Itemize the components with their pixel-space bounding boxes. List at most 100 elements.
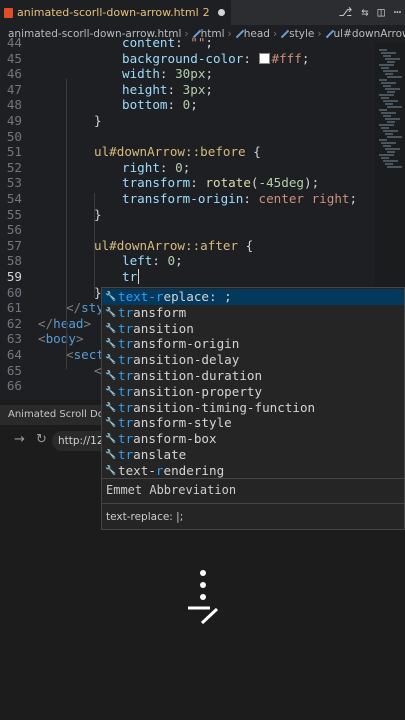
suggestion-item[interactable]: 🔧 transform-origin	[102, 336, 404, 352]
code-token: <	[38, 331, 46, 347]
line-text: background-color: #fff;	[122, 51, 309, 67]
code-token: rotate	[205, 175, 251, 191]
wrench-icon: 🔧	[105, 418, 117, 429]
text-cursor	[138, 269, 139, 284]
minimap-line	[387, 121, 395, 123]
code-token: :	[167, 81, 183, 97]
minimap-line	[385, 103, 393, 105]
line-text: </sty	[66, 300, 104, 316]
reload-icon[interactable]: ↻	[36, 432, 47, 447]
line-number: 49	[6, 113, 22, 128]
code-token: transform	[122, 175, 191, 191]
line-text: ul#downArrow::after {	[94, 238, 253, 254]
match-highlight: tr	[118, 304, 134, 320]
code-token: :	[159, 159, 176, 175]
suggestion-item[interactable]: 🔧 transition	[102, 321, 404, 337]
code-token: :	[175, 35, 191, 50]
breadcrumb-selector[interactable]: ul#downArrow::after	[334, 28, 405, 40]
suggestion-item[interactable]: 🔧 transition-duration	[102, 368, 404, 384]
line-number: 52	[6, 159, 22, 175]
code-token: head	[53, 315, 84, 331]
code-token: :	[159, 66, 176, 82]
forward-arrow-icon[interactable]: →	[14, 432, 25, 447]
code-token: </	[66, 300, 82, 316]
source-control-icon[interactable]: ⎇	[338, 5, 352, 19]
code-token: }	[94, 206, 102, 222]
line-number: 61	[6, 300, 22, 316]
more-actions-icon[interactable]: ⋯	[394, 5, 401, 19]
line-text: width: 30px;	[122, 66, 213, 82]
problem-count-badge: 2	[202, 6, 210, 19]
suggestion-label: transition-delay	[118, 352, 240, 368]
minimap-line	[383, 115, 391, 117]
code-token: >	[75, 331, 84, 347]
suggestion-item[interactable]: 🔧 transform-box	[102, 431, 404, 447]
wrench-icon: 🔧	[105, 355, 117, 366]
editor-tab[interactable]: animated-scorll-down-arrow.html 2	[0, 0, 231, 25]
code-token: (	[250, 175, 259, 191]
breadcrumb-style[interactable]: style	[289, 28, 314, 40]
wrench-icon: 🔧	[105, 434, 117, 445]
minimap-line	[379, 139, 387, 141]
scroll-down-arrow-animation	[188, 570, 219, 625]
line-text: transform-origin: center right;	[122, 191, 357, 207]
suggestion-item[interactable]: 🔧 text-replace: ;	[102, 289, 404, 305]
minimap-line	[379, 94, 394, 96]
minimap-line	[381, 112, 396, 114]
minimap-line	[379, 79, 387, 81]
wrench-icon: 🔧	[105, 465, 117, 476]
wrench-icon: 🔧	[105, 339, 117, 350]
code-token: content	[122, 35, 176, 50]
suggestion-label: text-rendering	[118, 462, 225, 478]
line-text: bottom: 0;	[122, 97, 198, 113]
wrench-icon: 🔧	[105, 307, 117, 318]
suggestion-item[interactable]: 🔧 transform	[102, 305, 404, 321]
suggestion-item[interactable]: 🔧 transition-timing-function	[102, 400, 404, 416]
line-number: 60	[6, 284, 22, 300]
minimap-line	[381, 142, 396, 144]
match-highlight: tr	[118, 320, 134, 336]
chevron-right-icon: ›	[317, 28, 322, 40]
suggestion-item[interactable]: 🔧 text-rendering	[102, 463, 404, 479]
code-token: right	[122, 159, 160, 175]
suggestion-item[interactable]: 🔧 transition-property	[102, 384, 404, 400]
wrench-icon: 🔧	[105, 386, 117, 397]
minimap-line	[387, 61, 395, 63]
compare-icon[interactable]: ⇆	[361, 5, 368, 19]
suggestion-item[interactable]: 🔧 transition-delay	[102, 352, 404, 368]
minimap-line	[385, 58, 400, 60]
minimap-line	[379, 49, 387, 51]
line-number: 44	[6, 35, 22, 50]
line-text: }	[94, 113, 102, 129]
line-text: transform: rotate(-45deg);	[122, 175, 319, 191]
suggestion-item[interactable]: 🔧 translate	[102, 447, 404, 463]
editor-tab-filename: animated-scorll-down-arrow.html	[17, 6, 199, 19]
unsaved-dot-icon[interactable]	[217, 9, 225, 16]
code-token: }	[94, 113, 102, 128]
minimap-line	[385, 163, 393, 165]
code-token: body	[45, 331, 76, 347]
code-token: left	[122, 253, 153, 269]
split-editor-icon[interactable]: ◫	[378, 5, 385, 19]
line-text: ul#downArrow::before {	[94, 144, 261, 160]
code-token: 30px	[175, 66, 206, 82]
code-token: ;	[349, 191, 358, 206]
code-token: </	[38, 315, 54, 331]
line-number: 53	[6, 175, 22, 191]
suggestion-label: transition	[118, 320, 194, 336]
suggestion-item[interactable]: 🔧 transform-style	[102, 415, 404, 431]
line-number: 54	[6, 191, 22, 206]
line-number: 47	[6, 81, 22, 97]
breadcrumb-head[interactable]: head	[244, 28, 270, 40]
code-token: 0	[175, 159, 183, 175]
details-divider	[102, 503, 404, 504]
code-token: ;	[301, 50, 310, 66]
browser-tab[interactable]: Animated Scroll Down	[0, 405, 110, 425]
minimap-line	[379, 154, 394, 156]
minimap-line	[385, 88, 400, 90]
minimap-line	[381, 82, 396, 84]
element-icon	[325, 29, 334, 39]
line-number: 65	[6, 362, 22, 378]
code-token: #fff	[271, 50, 302, 66]
code-token: height	[122, 81, 168, 97]
